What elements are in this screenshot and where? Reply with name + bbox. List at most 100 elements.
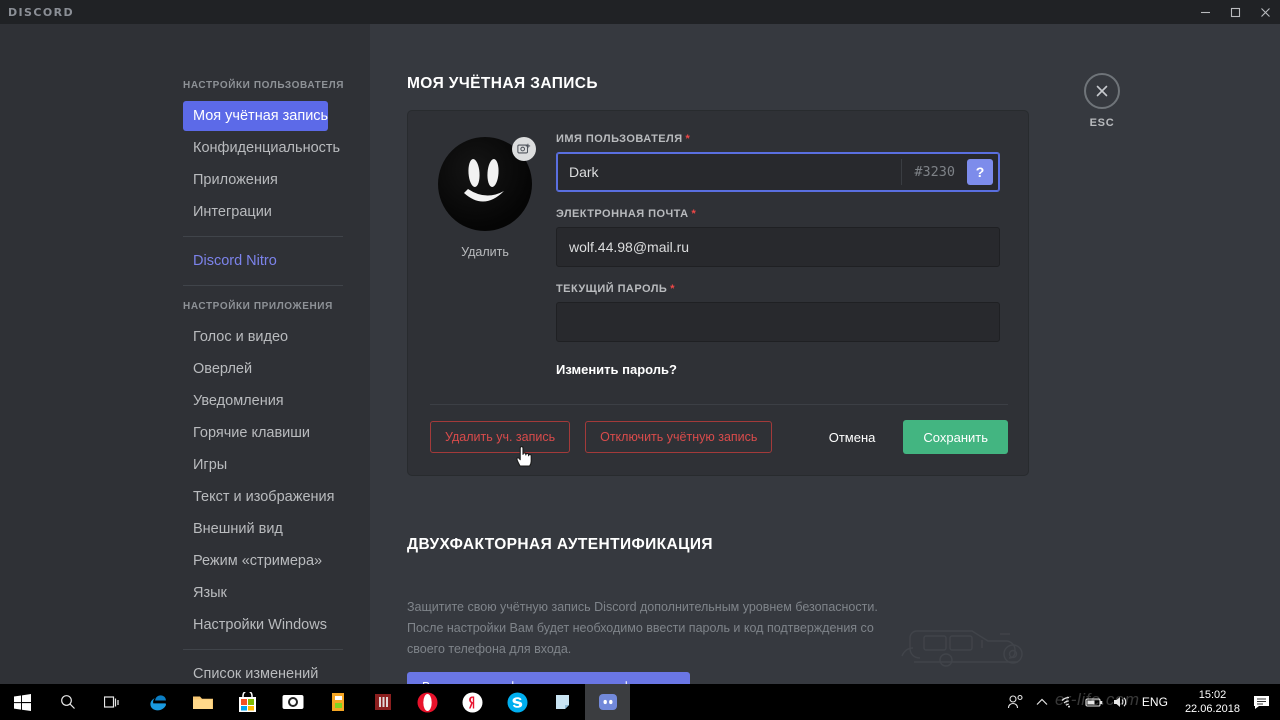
esc-label: ESC: [1089, 117, 1115, 129]
sidebar-item-voice-video[interactable]: Голос и видео: [183, 322, 328, 352]
van-line-art-icon: [890, 614, 1040, 684]
page-title: МОЯ УЧЁТНАЯ ЗАПИСЬ: [407, 75, 598, 92]
required-mark: *: [670, 283, 675, 295]
avatar-remove-button[interactable]: Удалить: [461, 245, 509, 259]
sticky-notes-icon[interactable]: [540, 684, 585, 720]
username-label: ИМЯ ПОЛЬЗОВАТЕЛЯ *: [556, 133, 1000, 145]
close-button[interactable]: [1250, 0, 1280, 24]
email-label-text: ЭЛЕКТРОННАЯ ПОЧТА: [556, 208, 689, 220]
close-icon[interactable]: [1084, 73, 1120, 109]
clock-time: 15:02: [1198, 689, 1227, 701]
sidebar-item-label: Язык: [193, 585, 227, 601]
esc-close-control[interactable]: ESC: [1062, 73, 1142, 129]
search-icon[interactable]: [45, 684, 90, 720]
discord-settings-window: DISCORD НАСТРОЙКИ ПОЛЬЗОВАТЕЛЯ Моя учётн…: [0, 0, 1280, 720]
username-value[interactable]: Dark: [557, 164, 901, 180]
cancel-button[interactable]: Отмена: [813, 430, 892, 445]
edge-browser-icon[interactable]: [135, 684, 180, 720]
camera-add-icon[interactable]: [512, 137, 536, 161]
sidebar-item-label: Голос и видео: [193, 329, 289, 345]
sidebar-item-discord-nitro[interactable]: Discord Nitro: [183, 246, 328, 276]
clock[interactable]: 15:02 22.06.2018: [1177, 688, 1248, 716]
notifications-icon[interactable]: [1248, 684, 1274, 720]
account-card: Удалить ИМЯ ПОЛЬЗОВАТЕЛЯ * Dark #3230 ? Э…: [407, 110, 1029, 476]
question-mark-icon[interactable]: ?: [967, 159, 993, 185]
sidebar-item-integrations[interactable]: Интеграции: [183, 197, 328, 227]
sidebar-item-applications[interactable]: Приложения: [183, 165, 328, 195]
sidebar-item-overlay[interactable]: Оверлей: [183, 354, 328, 384]
account-fields: ИМЯ ПОЛЬЗОВАТЕЛЯ * Dark #3230 ? ЭЛЕКТРОНН…: [540, 133, 1000, 377]
wifi-icon[interactable]: [1055, 684, 1081, 720]
sidebar-item-label: Настройки Windows: [193, 617, 327, 633]
discriminator-value: #3230: [901, 159, 967, 185]
sidebar-item-my-account[interactable]: Моя учётная запись: [183, 101, 328, 131]
sidebar-item-keybinds[interactable]: Горячие клавиши: [183, 418, 328, 448]
battery-icon[interactable]: [1081, 684, 1107, 720]
username-label-text: ИМЯ ПОЛЬЗОВАТЕЛЯ: [556, 133, 683, 145]
file-explorer-icon[interactable]: [180, 684, 225, 720]
clock-date: 22.06.2018: [1184, 703, 1240, 715]
save-button[interactable]: Сохранить: [903, 420, 1008, 454]
yandex-browser-icon[interactable]: [450, 684, 495, 720]
title-bar: DISCORD: [0, 0, 1280, 24]
sidebar-item-label: Оверлей: [193, 361, 253, 377]
sidebar-item-appearance[interactable]: Внешний вид: [183, 514, 328, 544]
sidebar-item-privacy[interactable]: Конфиденциальность: [183, 133, 340, 163]
task-view-icon[interactable]: [90, 684, 135, 720]
sidebar-item-label: Уведомления: [193, 393, 284, 409]
password-input[interactable]: [556, 302, 1000, 342]
sidebar-item-label: Внешний вид: [193, 521, 283, 537]
chevron-up-icon[interactable]: [1029, 684, 1055, 720]
sidebar-header-user-settings: НАСТРОЙКИ ПОЛЬЗОВАТЕЛЯ: [183, 80, 345, 91]
sidebar-item-label: Игры: [193, 457, 228, 473]
delete-account-button[interactable]: Удалить уч. запись: [430, 421, 571, 453]
opera-browser-icon[interactable]: [405, 684, 450, 720]
sidebar-item-language[interactable]: Язык: [183, 578, 328, 608]
disable-account-button[interactable]: Отключить учётную запись: [585, 421, 773, 453]
two-factor-title: ДВУХФАКТОРНАЯ АУТЕНТИФИКАЦИЯ: [407, 536, 713, 553]
change-password-link[interactable]: Изменить пароль?: [556, 362, 1000, 377]
windows-taskbar: ENG 15:02 22.06.2018: [0, 684, 1280, 720]
sidebar-divider: [183, 285, 343, 286]
microsoft-store-icon[interactable]: [225, 684, 270, 720]
sidebar-item-label: Discord Nitro: [193, 253, 277, 269]
sidebar-item-label: Текст и изображения: [193, 489, 335, 505]
skype-icon[interactable]: [495, 684, 540, 720]
sidebar-item-games[interactable]: Игры: [183, 450, 328, 480]
sidebar-item-label: Режим «стримера»: [193, 553, 323, 569]
language-indicator[interactable]: ENG: [1133, 695, 1177, 709]
discord-icon[interactable]: [585, 684, 630, 720]
media-app-icon[interactable]: [360, 684, 405, 720]
password-label: ТЕКУЩИЙ ПАРОЛЬ *: [556, 283, 1000, 295]
username-input[interactable]: Dark #3230 ?: [556, 152, 1000, 192]
settings-content: МОЯ УЧЁТНАЯ ЗАПИСЬ ESC Удалить ИМЯ ПОЛЬЗ…: [370, 24, 1280, 720]
two-factor-description: Защитите свою учётную запись Discord доп…: [407, 600, 878, 656]
avatar-column: Удалить: [430, 133, 540, 377]
sidebar-item-notifications[interactable]: Уведомления: [183, 386, 328, 416]
sidebar-divider: [183, 649, 343, 650]
maximize-button[interactable]: [1220, 0, 1250, 24]
required-mark: *: [691, 208, 697, 220]
windows-start-icon[interactable]: [0, 684, 45, 720]
window-controls: [1190, 0, 1280, 24]
settings-sidebar: НАСТРОЙКИ ПОЛЬЗОВАТЕЛЯ Моя учётная запис…: [0, 24, 370, 720]
sidebar-item-label: Список изменений: [193, 666, 319, 682]
people-icon[interactable]: [1003, 684, 1029, 720]
sidebar-item-text-images[interactable]: Текст и изображения: [183, 482, 334, 512]
volume-icon[interactable]: [1107, 684, 1133, 720]
email-label: ЭЛЕКТРОННАЯ ПОЧТА *: [556, 208, 1000, 220]
sidebar-item-label: Моя учётная запись: [193, 108, 329, 124]
sidebar-item-windows-settings[interactable]: Настройки Windows: [183, 610, 328, 640]
fl-studio-icon[interactable]: [315, 684, 360, 720]
account-actions: Удалить уч. запись Отключить учётную зап…: [430, 420, 1008, 454]
sidebar-item-label: Приложения: [193, 172, 278, 188]
sidebar-item-label: Горячие клавиши: [193, 425, 311, 441]
minimize-button[interactable]: [1190, 0, 1220, 24]
required-mark: *: [685, 133, 691, 145]
email-value[interactable]: wolf.44.98@mail.ru: [557, 239, 999, 255]
card-divider: [430, 404, 1008, 405]
sidebar-item-streamer-mode[interactable]: Режим «стримера»: [183, 546, 328, 576]
camera-app-icon[interactable]: [270, 684, 315, 720]
email-input[interactable]: wolf.44.98@mail.ru: [556, 227, 1000, 267]
app-brand-logo: DISCORD: [8, 5, 74, 19]
